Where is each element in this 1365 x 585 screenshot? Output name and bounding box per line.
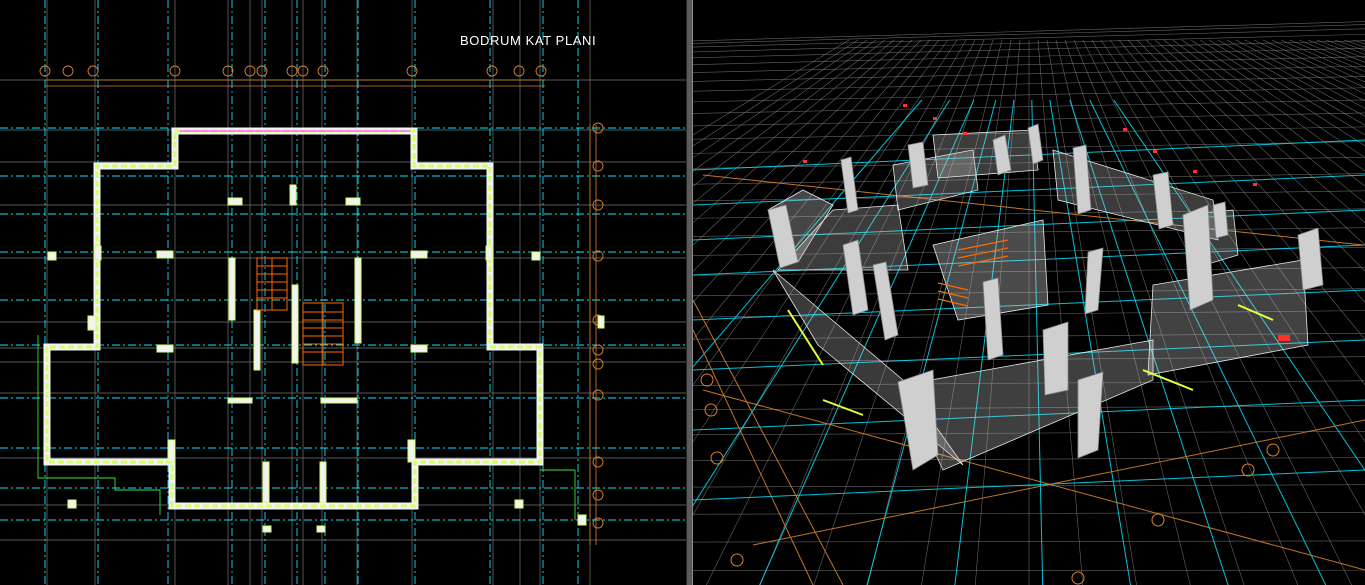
circle-icon[interactable] bbox=[62, 65, 74, 77]
grid-line bbox=[706, 39, 976, 585]
model-3d-render[interactable] bbox=[693, 0, 1365, 585]
circle-icon[interactable] bbox=[592, 517, 604, 529]
plan-viewport[interactable]: BODRUM KAT PLANI bbox=[0, 0, 686, 585]
circle-icon[interactable] bbox=[592, 489, 604, 501]
plan-foundation-lines bbox=[37, 335, 576, 520]
circle-icon[interactable] bbox=[1151, 513, 1165, 527]
plan-title: BODRUM KAT PLANI bbox=[460, 33, 597, 48]
grid-line bbox=[1316, 39, 1365, 59]
circle-icon[interactable] bbox=[1266, 443, 1280, 457]
viewport-splitter[interactable] bbox=[686, 0, 693, 585]
plan-grid-cyan bbox=[0, 0, 686, 585]
circle-icon[interactable] bbox=[592, 389, 604, 401]
grid-line bbox=[693, 39, 859, 147]
grid-line bbox=[1334, 39, 1365, 52]
circle-icon[interactable] bbox=[592, 160, 604, 172]
circle-icon[interactable] bbox=[87, 65, 99, 77]
grid-line bbox=[1298, 39, 1365, 68]
plan-stairs[interactable] bbox=[256, 257, 344, 366]
plan-grid-white bbox=[0, 0, 686, 585]
circle-icon[interactable] bbox=[486, 65, 498, 77]
circle-icon[interactable] bbox=[592, 250, 604, 262]
model-3d-viewport[interactable] bbox=[693, 0, 1365, 585]
grid-line bbox=[1307, 39, 1365, 63]
circle-icon[interactable] bbox=[1241, 463, 1255, 477]
grid-line bbox=[693, 99, 923, 368]
plan-axis-bubbles-top[interactable] bbox=[39, 65, 547, 77]
grid-line bbox=[1343, 39, 1365, 48]
circle-icon[interactable] bbox=[710, 451, 724, 465]
floor-plan-drawing[interactable] bbox=[0, 0, 686, 585]
circle-icon[interactable] bbox=[513, 65, 525, 77]
circle-icon[interactable] bbox=[700, 373, 714, 387]
grid-line bbox=[693, 39, 967, 516]
circle-icon[interactable] bbox=[592, 456, 604, 468]
plan-interior-walls[interactable] bbox=[47, 184, 605, 533]
grid-line bbox=[1031, 99, 1044, 585]
circle-icon[interactable] bbox=[592, 358, 604, 370]
circle-icon[interactable] bbox=[317, 65, 329, 77]
circle-icon[interactable] bbox=[730, 553, 744, 567]
grid-line bbox=[1046, 39, 1137, 585]
grid-line bbox=[693, 39, 850, 136]
circle-icon[interactable] bbox=[592, 344, 604, 356]
circle-icon[interactable] bbox=[535, 65, 547, 77]
grid-line bbox=[693, 39, 877, 172]
